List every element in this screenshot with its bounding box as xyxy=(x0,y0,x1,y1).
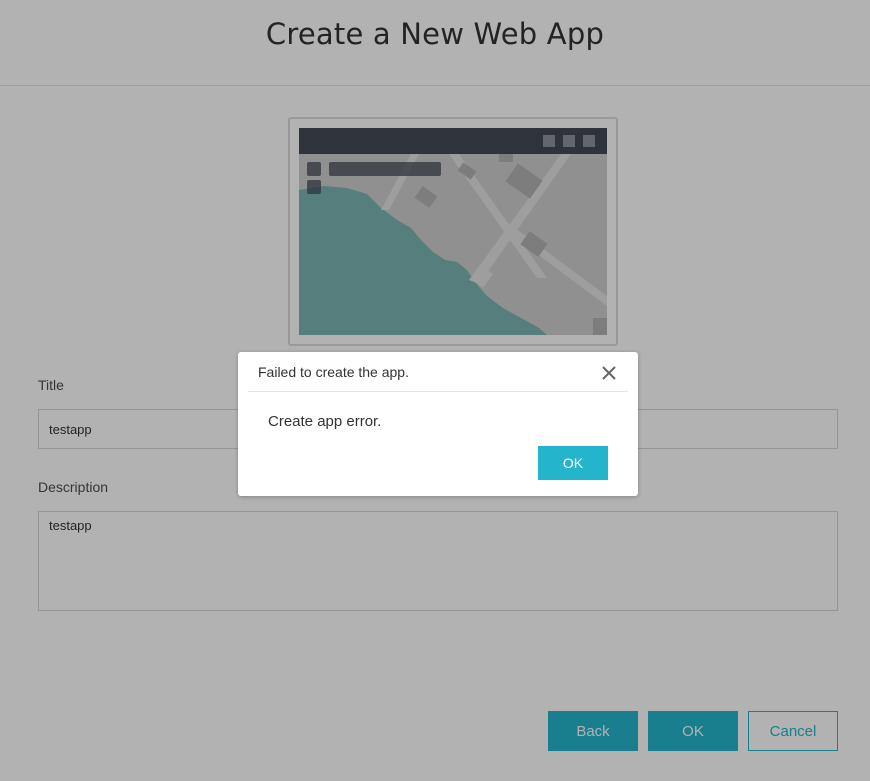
dialog-title: Failed to create the app. xyxy=(258,364,409,380)
dialog-message: Create app error. xyxy=(268,413,382,430)
dialog-ok-button[interactable]: OK xyxy=(538,446,608,480)
dialog-divider xyxy=(248,391,628,392)
close-icon[interactable] xyxy=(598,362,620,384)
error-dialog: Failed to create the app. Create app err… xyxy=(238,352,638,496)
